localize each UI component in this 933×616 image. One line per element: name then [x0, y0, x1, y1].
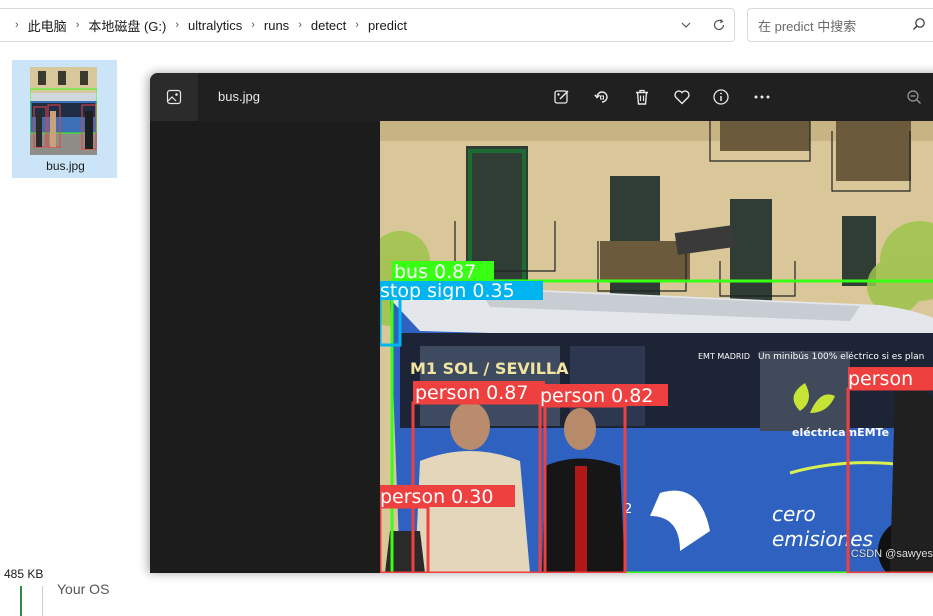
breadcrumb-drive[interactable]: 本地磁盘 (G:)	[88, 16, 166, 35]
search-placeholder: 在 predict 中搜索	[758, 18, 857, 34]
file-item-bus[interactable]: bus.jpg	[12, 60, 117, 178]
viewer-title-bar: bus.jpg	[150, 73, 933, 121]
bus-logo-text: eléctricamEMTe	[792, 426, 889, 439]
file-thumbnail	[30, 67, 97, 155]
edit-icon[interactable]	[550, 85, 574, 109]
breadcrumb-detect[interactable]: detect	[311, 18, 346, 33]
chevron-right-icon[interactable]: ›	[76, 19, 80, 31]
photo-image: M1 SOL / SEVILLA EMT MADRID Un minibús 1…	[380, 121, 933, 573]
refresh-icon[interactable]	[712, 18, 726, 32]
info-icon[interactable]	[709, 85, 733, 109]
breadcrumb-runs[interactable]: runs	[264, 18, 289, 33]
divider	[20, 586, 22, 616]
viewer-title: bus.jpg	[218, 89, 260, 104]
detection-label-person-3: person	[848, 368, 913, 390]
chevron-right-icon[interactable]: ›	[15, 19, 19, 31]
photo-viewer-window: bus.jpg M1 SOL / SEVILLA EMT MADRID Un m…	[150, 73, 933, 573]
zoom-out-icon[interactable]	[902, 85, 926, 109]
search-icon[interactable]	[912, 17, 926, 31]
breadcrumb-ultralytics[interactable]: ultralytics	[188, 18, 242, 33]
photos-app-icon[interactable]	[150, 73, 198, 121]
divider	[42, 586, 43, 616]
detection-label-person-1: person 0.87	[415, 382, 528, 404]
delete-icon[interactable]	[630, 85, 654, 109]
chevron-right-icon[interactable]: ›	[355, 19, 359, 31]
detection-label-person-4: person 0.30	[380, 486, 493, 508]
address-bar: › 此电脑 › 本地磁盘 (G:) › ultralytics › runs ›…	[0, 0, 933, 50]
rotate-icon[interactable]	[590, 85, 614, 109]
bus-destination-text: M1 SOL / SEVILLA	[410, 359, 569, 378]
file-name: bus.jpg	[46, 159, 85, 173]
breadcrumb-this-pc[interactable]: 此电脑	[28, 16, 67, 35]
bus-side-text-1: cero	[772, 502, 816, 526]
chevron-right-icon[interactable]: ›	[175, 19, 179, 31]
detection-label-person-2: person 0.82	[540, 385, 653, 407]
chevron-down-icon[interactable]	[680, 19, 692, 31]
chevron-right-icon[interactable]: ›	[298, 19, 302, 31]
favorite-icon[interactable]	[670, 85, 694, 109]
chevron-right-icon[interactable]: ›	[251, 19, 255, 31]
watermark-text: CSDN @sawyes	[850, 548, 933, 560]
breadcrumb: › 此电脑 › 本地磁盘 (G:) › ultralytics › runs ›…	[0, 8, 735, 42]
detection-label-stop-sign: stop sign 0.35	[380, 280, 515, 302]
more-icon[interactable]	[750, 85, 774, 109]
status-file-size: 485 KB	[4, 567, 44, 581]
bus-brand-text: EMT MADRID	[698, 352, 750, 361]
search-input[interactable]: 在 predict 中搜索	[747, 8, 933, 42]
background-text: Your OS	[57, 581, 110, 597]
image-canvas[interactable]: M1 SOL / SEVILLA EMT MADRID Un minibús 1…	[150, 121, 933, 573]
breadcrumb-predict[interactable]: predict	[368, 18, 407, 33]
bus-slogan-text: Un minibús 100% eléctrico si es plan	[758, 351, 924, 362]
